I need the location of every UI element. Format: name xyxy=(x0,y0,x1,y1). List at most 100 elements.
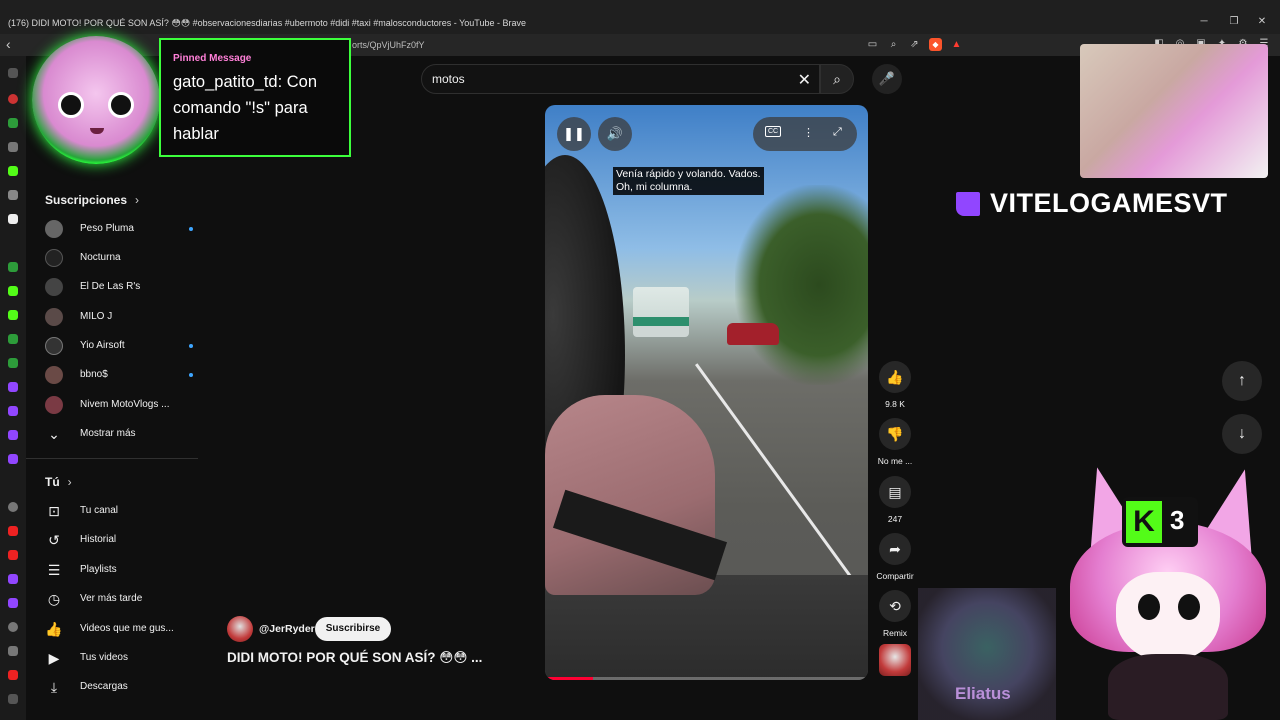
sidebar-item-ver-mas-tarde[interactable]: ◷ Ver más tarde xyxy=(45,588,195,610)
sidebar-item-descargas[interactable]: ⤓ Descargas xyxy=(45,676,195,698)
captions-icon[interactable]: CC xyxy=(765,126,782,137)
comments-button[interactable]: ▤ xyxy=(879,476,911,508)
sidebar-item-label: bbno$ xyxy=(80,369,108,380)
like-count: 9.8 K xyxy=(885,399,905,409)
search-input[interactable] xyxy=(432,72,782,86)
previous-short-button[interactable]: ↑ xyxy=(1222,361,1262,401)
twitch-app-icon[interactable] xyxy=(8,574,18,584)
rail-app-icon[interactable] xyxy=(8,118,18,128)
dislike-button[interactable]: 👎 xyxy=(879,418,911,450)
sidebar-item-nocturna[interactable]: Nocturna xyxy=(45,247,195,269)
sidebar-item-yio-airsoft[interactable]: Yio Airsoft xyxy=(45,335,195,357)
window-title-bar: (176) DIDI MOTO! POR QUÉ SON ASÍ? 😳😳 #ob… xyxy=(0,0,1280,34)
twitch-app-icon[interactable] xyxy=(8,382,18,392)
close-window-button[interactable]: ✕ xyxy=(1252,16,1272,27)
sidebar-item-label: Yio Airsoft xyxy=(80,340,125,351)
sidebar-item-bbno[interactable]: bbno$ xyxy=(45,364,195,386)
zoom-icon[interactable]: ⌕ xyxy=(887,38,900,51)
rail-app-icon[interactable] xyxy=(8,214,18,224)
twitch-app-icon[interactable] xyxy=(8,454,18,464)
share-button[interactable]: ➦ xyxy=(879,533,911,565)
short-video-player[interactable]: ❚❚ 🔊 CC ⋮ ⤢ Venía rápido y volando. Vado… xyxy=(545,105,868,680)
kick-badge: K 3 xyxy=(1122,497,1198,547)
url-field[interactable]: orts/QpVjUhFz0fY xyxy=(352,40,425,50)
clear-search-icon[interactable]: ✕ xyxy=(798,70,811,90)
rail-app-icon[interactable] xyxy=(8,94,18,104)
next-short-button[interactable]: ↓ xyxy=(1222,414,1262,454)
sidebar-item-playlists[interactable]: ☰ Playlists xyxy=(45,559,195,581)
minimize-button[interactable]: ─ xyxy=(1194,16,1214,27)
show-more-button[interactable]: ⌄ Mostrar más xyxy=(45,423,195,445)
twitch-app-icon[interactable] xyxy=(8,430,18,440)
search-box[interactable]: ✕ xyxy=(421,64,820,94)
rail-app-icon[interactable] xyxy=(8,166,18,176)
kick-app-icon[interactable] xyxy=(8,310,18,320)
caption-line: Venía rápido y volando. Vados. xyxy=(616,168,761,180)
sidebar-item-el-de-las-rs[interactable]: El De Las R's xyxy=(45,276,195,298)
volume-button[interactable]: 🔊 xyxy=(598,117,632,151)
thumb-up-icon: 👍 xyxy=(45,621,63,637)
add-app-icon[interactable] xyxy=(8,694,18,704)
channel-icon: ⊡ xyxy=(48,503,60,519)
rail-app-icon[interactable] xyxy=(8,646,18,656)
you-header[interactable]: Tú › xyxy=(45,475,72,489)
share-page-icon[interactable]: ⇗ xyxy=(908,38,921,51)
sidebar-item-liked-videos[interactable]: 👍 Videos que me gus... xyxy=(45,618,195,640)
short-title[interactable]: DIDI MOTO! POR QUÉ SON ASÍ? 😳😳 ... xyxy=(227,650,482,666)
video-icon: ▶ xyxy=(48,650,60,666)
more-options-icon[interactable]: ⋮ xyxy=(803,126,814,139)
rail-app-icon[interactable] xyxy=(8,502,18,512)
rail-app-icon[interactable] xyxy=(8,670,18,680)
sidebar-item-tus-videos[interactable]: ▶ Tus videos xyxy=(45,647,195,669)
voice-search-button[interactable]: 🎤 xyxy=(872,64,902,94)
remix-button[interactable]: ⟲ xyxy=(879,590,911,622)
sidebar-item-peso-pluma[interactable]: Peso Pluma xyxy=(45,218,195,240)
subscribe-button[interactable]: Suscribirse xyxy=(315,617,391,641)
sidebar-item-label: Videos que me gus... xyxy=(80,623,174,634)
kick-app-icon[interactable] xyxy=(8,286,18,296)
twitch-icon xyxy=(956,192,980,216)
sidebar-item-tu-canal[interactable]: ⊡ Tu canal xyxy=(45,500,195,522)
thumb-up-icon: 👍 xyxy=(886,369,904,385)
brave-shields-icon[interactable]: ◆ xyxy=(929,38,942,51)
pause-button[interactable]: ❚❚ xyxy=(557,117,591,151)
brave-rewards-icon[interactable]: ▲ xyxy=(950,38,963,51)
sidebar-item-historial[interactable]: ↺ Historial xyxy=(45,529,195,551)
twitch-app-icon[interactable] xyxy=(8,406,18,416)
subscriptions-header[interactable]: Suscripciones › xyxy=(45,193,139,207)
twitch-app-icon[interactable] xyxy=(8,598,18,608)
sidebar-item-nivem-motovlogs[interactable]: Nivem MotoVlogs ... xyxy=(45,394,195,416)
avatar xyxy=(45,249,63,267)
rail-app-icon[interactable] xyxy=(8,334,18,344)
youtube-app-icon[interactable] xyxy=(8,526,18,536)
reader-mode-icon[interactable]: ▭ xyxy=(866,38,879,51)
rail-app-icon[interactable] xyxy=(8,358,18,368)
browser-side-rail xyxy=(0,56,26,720)
sidebar-item-label: Playlists xyxy=(80,564,117,575)
like-button[interactable]: 👍 xyxy=(879,361,911,393)
sidebar-item-label: Peso Pluma xyxy=(80,223,134,234)
video-progress-bar[interactable] xyxy=(545,677,868,680)
youtube-app-icon[interactable] xyxy=(8,550,18,560)
search-icon: ⌕ xyxy=(833,71,841,87)
avatar xyxy=(45,308,63,326)
streamer-avatar xyxy=(32,36,160,164)
playlist-icon: ☰ xyxy=(47,562,61,578)
avatar xyxy=(45,396,63,414)
pinned-message-text: gato_patito_td: Con comando "!s" para ha… xyxy=(173,73,318,143)
rail-app-icon[interactable] xyxy=(8,622,18,632)
search-button[interactable]: ⌕ xyxy=(820,64,854,94)
channel-avatar[interactable] xyxy=(227,616,253,642)
avatar-eye xyxy=(58,92,84,118)
maximize-button[interactable]: ❐ xyxy=(1224,16,1244,27)
show-more-label: Mostrar más xyxy=(80,428,136,439)
rail-app-icon[interactable] xyxy=(8,262,18,272)
rail-app-icon[interactable] xyxy=(8,190,18,200)
channel-name[interactable]: @JerRyder xyxy=(259,623,315,635)
sidebar-toggle-icon[interactable] xyxy=(8,68,18,78)
sidebar-item-milo-j[interactable]: MILO J xyxy=(45,306,195,328)
audio-source-avatar[interactable] xyxy=(879,644,911,676)
back-arrow-icon[interactable]: ‹ xyxy=(6,36,11,52)
fullscreen-icon[interactable]: ⤢ xyxy=(833,126,842,139)
rail-app-icon[interactable] xyxy=(8,142,18,152)
